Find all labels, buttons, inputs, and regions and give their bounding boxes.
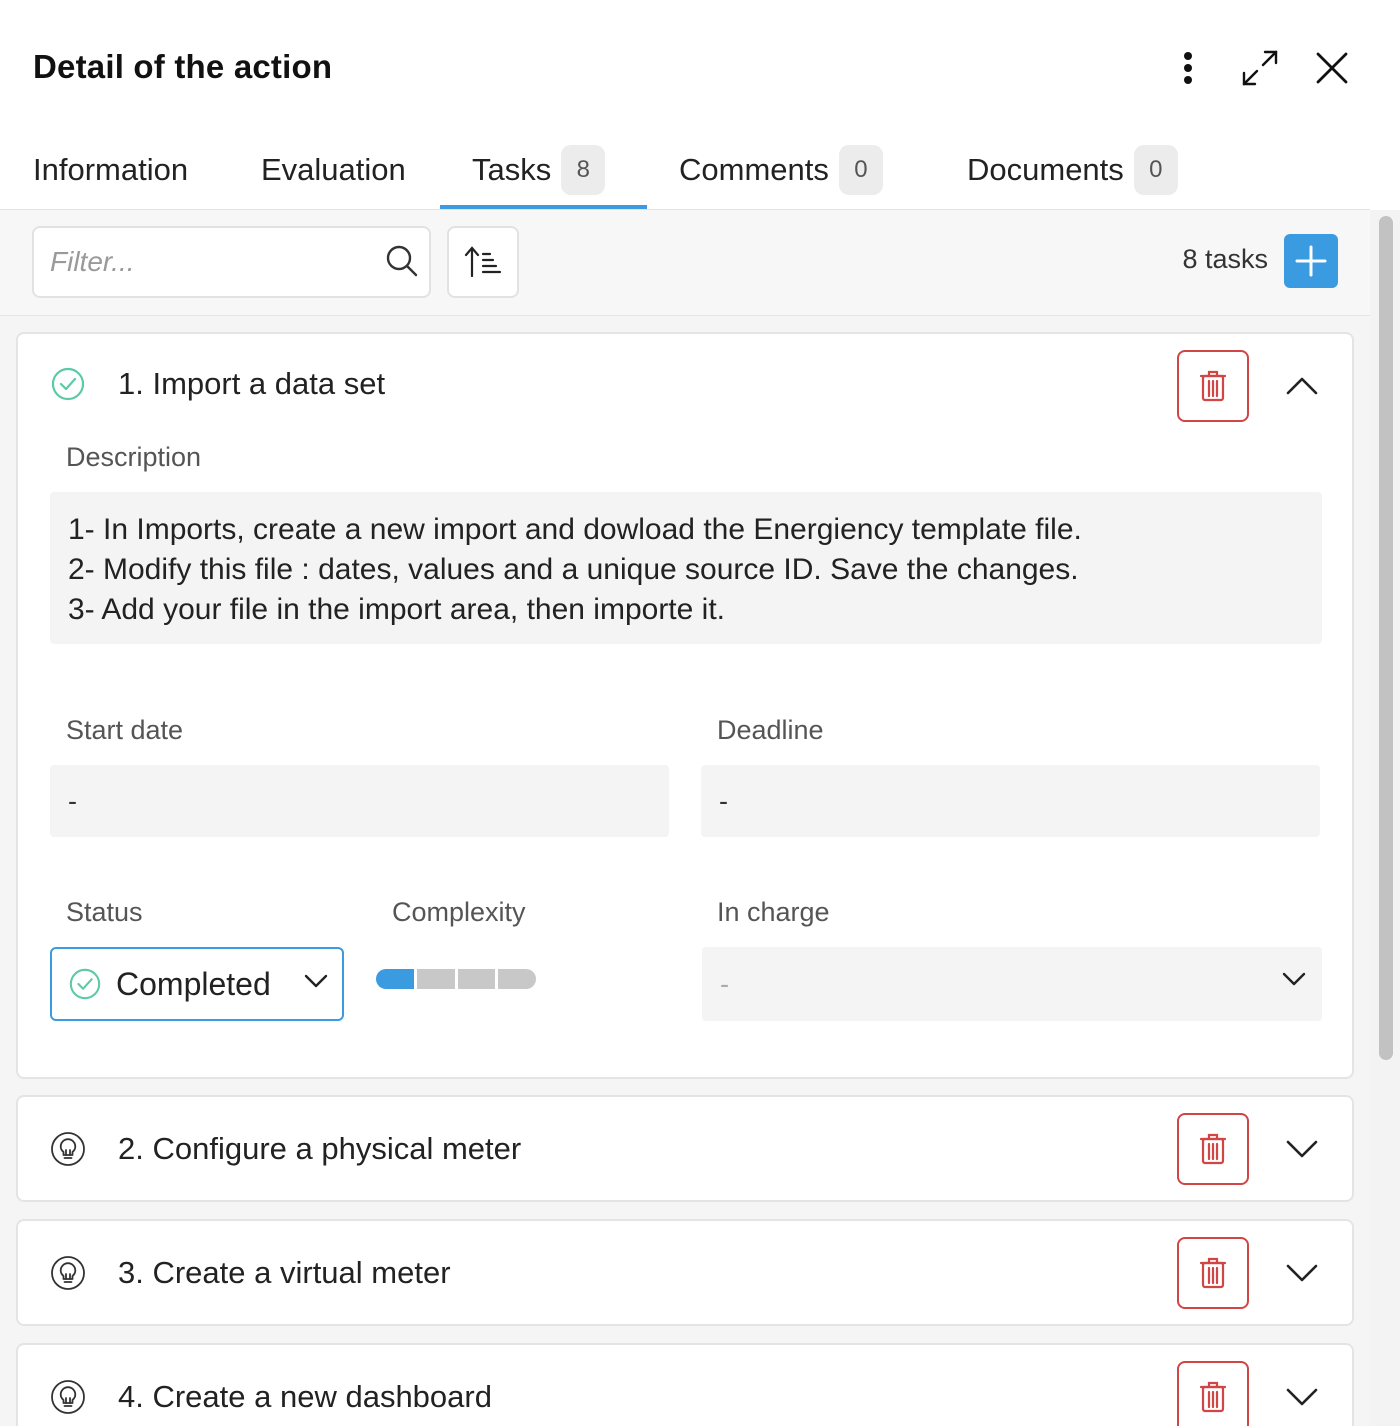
task-title[interactable]: 3. Create a virtual meter [118, 1255, 451, 1291]
task-count: 8 tasks [1182, 244, 1268, 274]
tab-tasks[interactable]: Tasks 8 [472, 130, 606, 210]
search-icon [386, 245, 418, 277]
count-badge: 8 [561, 145, 606, 195]
description-field[interactable]: 1- In Imports, create a new import and d… [50, 492, 1322, 644]
description-label: Description [66, 442, 202, 472]
panel-header: Detail of the action [0, 0, 1400, 130]
in-charge-select[interactable]: - [702, 947, 1322, 1021]
task-card: 4. Create a new dashboard [16, 1343, 1354, 1426]
active-tab-indicator [440, 205, 647, 209]
in-charge-label: In charge [717, 897, 830, 927]
trash-icon [1199, 370, 1227, 402]
tab-evaluation[interactable]: Evaluation [261, 130, 406, 210]
chevron-up-icon [1286, 377, 1318, 395]
start-date-label: Start date [66, 715, 184, 745]
complexity-segment[interactable] [376, 969, 414, 989]
delete-task-button[interactable] [1177, 1361, 1249, 1426]
tab-bar: Information Evaluation Tasks 8 Comments … [0, 130, 1370, 210]
chevron-down-icon [1286, 1140, 1318, 1158]
status-value: Completed [116, 965, 271, 1002]
complexity-segment[interactable] [416, 969, 455, 989]
tab-label: Comments [679, 152, 829, 187]
check-circle-icon [69, 968, 101, 1000]
filter-input[interactable] [50, 228, 380, 296]
task-title[interactable]: 2. Configure a physical meter [118, 1131, 521, 1167]
task-card: 1. Import a data set Description 1- In I… [16, 332, 1354, 1079]
close-button[interactable] [1304, 40, 1360, 96]
filter-field[interactable] [32, 226, 431, 298]
start-date-value: - [68, 785, 77, 816]
tab-label: Evaluation [261, 152, 406, 187]
status-select[interactable]: Completed [50, 947, 344, 1021]
count-badge: 0 [838, 145, 883, 195]
collapse-task-button[interactable] [1280, 364, 1324, 408]
chevron-down-icon [304, 974, 328, 988]
description-line: 2- Modify this file : dates, values and … [68, 553, 1079, 586]
chevron-down-icon [1286, 1264, 1318, 1282]
check-circle-icon [51, 367, 85, 401]
tab-label: Tasks [472, 152, 552, 187]
delete-task-button[interactable] [1177, 350, 1249, 422]
expand-icon [1242, 50, 1278, 86]
tasks-panel: 8 tasks 1. Import a data set Description… [0, 210, 1370, 1426]
complexity-meter[interactable] [376, 969, 536, 989]
description-line: 3- Add your file in the import area, the… [68, 593, 725, 626]
trash-icon [1199, 1381, 1227, 1413]
close-icon [1316, 52, 1348, 84]
plus-icon [1295, 245, 1327, 277]
deadline-field[interactable]: - [701, 765, 1320, 837]
chevron-down-icon [1282, 972, 1306, 986]
complexity-segment[interactable] [498, 969, 536, 989]
complexity-segment[interactable] [457, 969, 496, 989]
expand-task-button[interactable] [1280, 1127, 1324, 1171]
page-title: Detail of the action [33, 48, 333, 85]
deadline-label: Deadline [717, 715, 824, 745]
description-line: 1- In Imports, create a new import and d… [68, 513, 1082, 546]
tab-comments[interactable]: Comments 0 [679, 130, 883, 210]
tab-label: Information [33, 152, 189, 187]
tab-information[interactable]: Information [33, 130, 188, 210]
trash-icon [1199, 1257, 1227, 1289]
tasks-toolbar: 8 tasks [0, 210, 1370, 316]
task-title[interactable]: 4. Create a new dashboard [118, 1379, 492, 1415]
in-charge-value: - [720, 969, 729, 999]
expand-task-button[interactable] [1280, 1375, 1324, 1419]
task-card: 3. Create a virtual meter [16, 1219, 1354, 1326]
delete-task-button[interactable] [1177, 1113, 1249, 1185]
count-badge: 0 [1133, 145, 1178, 195]
trash-icon [1199, 1133, 1227, 1165]
scrollbar-thumb[interactable] [1379, 216, 1393, 1060]
lightbulb-icon [51, 1132, 85, 1166]
deadline-value: - [719, 785, 728, 816]
start-date-field[interactable]: - [50, 765, 669, 837]
add-task-button[interactable] [1284, 234, 1338, 288]
status-label: Status [66, 897, 143, 927]
more-options-button[interactable] [1160, 40, 1216, 96]
tab-documents[interactable]: Documents 0 [967, 130, 1178, 210]
sort-button[interactable] [447, 226, 519, 298]
delete-task-button[interactable] [1177, 1237, 1249, 1309]
task-title[interactable]: 1. Import a data set [118, 366, 385, 402]
lightbulb-icon [51, 1380, 85, 1414]
task-card: 2. Configure a physical meter [16, 1095, 1354, 1202]
chevron-down-icon [1286, 1388, 1318, 1406]
more-vertical-icon [1184, 52, 1192, 84]
expand-button[interactable] [1232, 40, 1288, 96]
lightbulb-icon [51, 1256, 85, 1290]
expand-task-button[interactable] [1280, 1251, 1324, 1295]
sort-ascending-icon [464, 246, 502, 278]
complexity-label: Complexity [392, 897, 526, 927]
tab-label: Documents [967, 152, 1124, 187]
